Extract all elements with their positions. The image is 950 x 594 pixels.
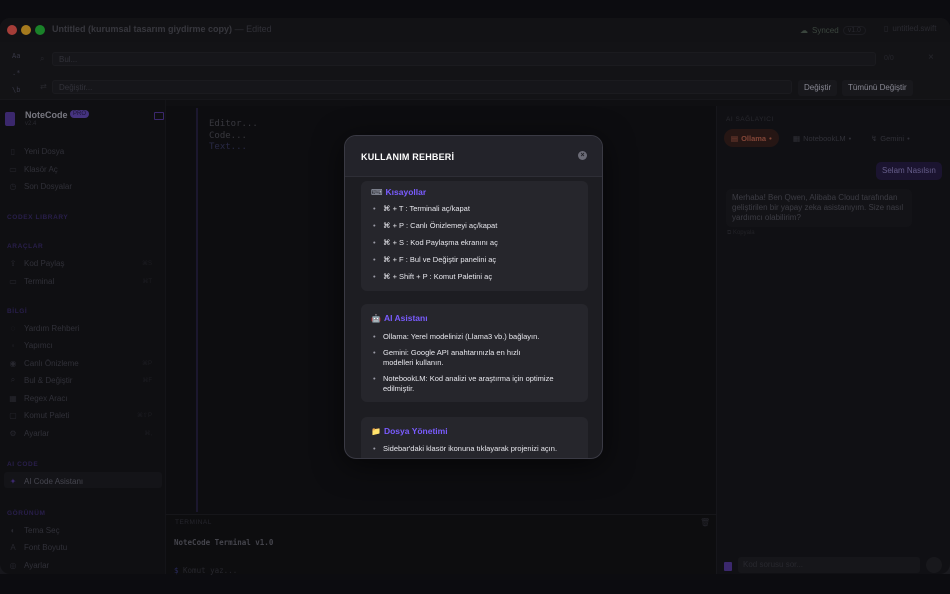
modal-title: KULLANIM REHBERİ bbox=[361, 152, 455, 162]
list-item: • ⌘ + S : Kod Paylaşma ekranını aç bbox=[373, 238, 498, 247]
section-ai-assistant: 🤖 AI Asistanı • Ollama: Yerel modelinizi … bbox=[361, 304, 588, 402]
list-item: • ⌘ + P : Canlı Önizlemeyi aç/kapat bbox=[373, 221, 498, 230]
list-item: • NotebookLM: Kod analizi ve araştırma iç… bbox=[373, 374, 554, 393]
list-item: • ⌘ + Shift + P : Komut Paletini aç bbox=[373, 272, 493, 281]
list-item: • ⌘ + T : Terminali aç/kapat bbox=[373, 204, 470, 213]
usage-guide-modal: KULLANIM REHBERİ × ⌨ Kısayollar • ⌘ + T :… bbox=[344, 135, 603, 459]
list-item: • Ollama: Yerel modelinizi (Llama3 vb.) b… bbox=[373, 332, 540, 341]
robot-icon: 🤖 bbox=[371, 313, 381, 323]
desktop: Untitled (kurumsal tasarım giydirme copy… bbox=[0, 0, 950, 594]
close-icon[interactable]: × bbox=[578, 151, 587, 160]
section-title: 📁 Dosya Yönetimi bbox=[371, 426, 448, 436]
section-file-management: 📁 Dosya Yönetimi • Sidebar'daki klasör ik… bbox=[361, 417, 588, 458]
section-shortcuts: ⌨ Kısayollar • ⌘ + T : Terminali aç/kapat… bbox=[361, 181, 588, 291]
modal-header: KULLANIM REHBERİ × bbox=[345, 136, 602, 177]
list-item: • ⌘ + F : Bul ve Değiştir panelini aç bbox=[373, 255, 497, 264]
keyboard-icon: ⌨ bbox=[371, 187, 383, 197]
list-item: • Gemini: Google API anahtarınızla en hız… bbox=[373, 348, 521, 367]
folder-icon: 📁 bbox=[371, 426, 381, 436]
list-item: • Sidebar'daki klasör ikonuna tıklayarak … bbox=[373, 444, 558, 453]
section-title: ⌨ Kısayollar bbox=[371, 187, 427, 197]
section-title: 🤖 AI Asistanı bbox=[371, 313, 428, 323]
